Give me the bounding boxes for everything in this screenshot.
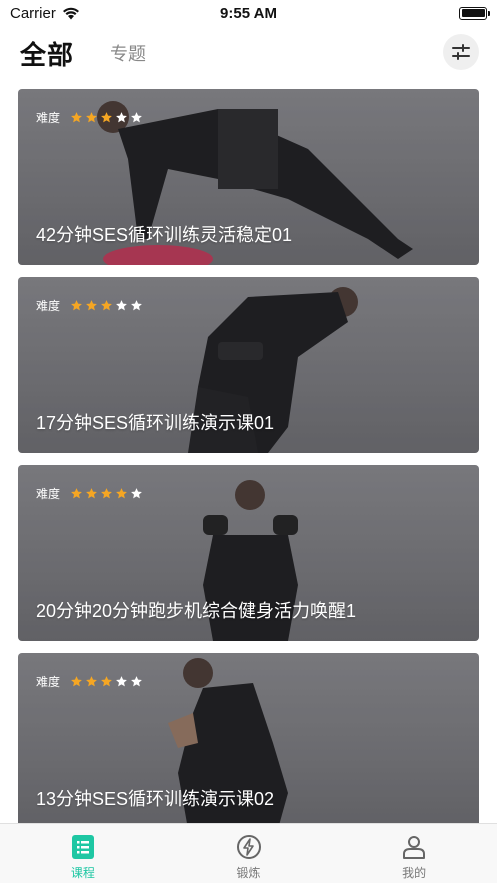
- star-icon: [101, 112, 112, 123]
- tabbar-item-mine[interactable]: 我的: [331, 824, 497, 883]
- difficulty-row: 难度: [36, 297, 143, 314]
- course-list-icon: [71, 835, 94, 859]
- star-icon: [86, 112, 97, 123]
- course-title: 17分钟SES循环训练演示课01: [36, 413, 275, 433]
- difficulty-label: 难度: [36, 675, 61, 689]
- course-card[interactable]: 难度 13分钟SES循环训练演示课02: [18, 653, 479, 829]
- difficulty-row: 难度: [36, 485, 143, 502]
- star-icon: [131, 300, 142, 311]
- header: 全部 专题: [0, 30, 497, 76]
- tabbar-label: 锻炼: [236, 866, 261, 880]
- battery-icon: [459, 6, 490, 20]
- rating-stars: [70, 299, 143, 312]
- course-card[interactable]: 难度 42分钟SES循环训练灵活稳定01: [18, 89, 479, 265]
- course-card[interactable]: 难度 20分钟20分钟跑步机综合健身活力唤醒1: [18, 465, 479, 641]
- tab-bar: 课程 锻炼 我的: [0, 823, 497, 883]
- star-icon: [86, 300, 97, 311]
- star-icon: [71, 300, 82, 311]
- tabbar-item-workout[interactable]: 锻炼: [166, 824, 332, 883]
- star-icon: [101, 488, 112, 499]
- wifi-icon: [62, 7, 79, 19]
- rating-stars: [70, 487, 143, 500]
- star-icon: [86, 488, 97, 499]
- rating-stars: [70, 675, 143, 688]
- star-icon: [131, 488, 142, 499]
- star-icon: [116, 300, 127, 311]
- filter-button[interactable]: [443, 34, 479, 70]
- course-card[interactable]: 难度 17分钟SES循环训练演示课01: [18, 277, 479, 453]
- carrier-label: Carrier: [10, 4, 56, 22]
- person-icon: [403, 836, 426, 859]
- course-list: 难度 42分钟SES循环训练灵活稳定01 难度 17分钟SES循环训练演示课01…: [18, 89, 479, 841]
- tab-topic[interactable]: 专题: [110, 40, 146, 66]
- star-icon: [101, 676, 112, 687]
- difficulty-row: 难度: [36, 673, 143, 690]
- star-icon: [116, 676, 127, 687]
- difficulty-label: 难度: [36, 299, 61, 313]
- lightning-icon: [236, 835, 261, 859]
- star-icon: [116, 112, 127, 123]
- star-icon: [116, 488, 127, 499]
- star-icon: [131, 112, 142, 123]
- sliders-icon: [452, 44, 470, 60]
- tabbar-label: 我的: [402, 866, 427, 880]
- difficulty-label: 难度: [36, 111, 61, 125]
- tabbar-label: 课程: [70, 866, 95, 880]
- tabbar-item-course[interactable]: 课程: [0, 824, 166, 883]
- star-icon: [71, 112, 82, 123]
- tab-all[interactable]: 全部: [20, 35, 74, 72]
- status-bar: Carrier 9:55 AM: [0, 0, 497, 26]
- course-title: 13分钟SES循环训练演示课02: [36, 789, 275, 809]
- star-icon: [71, 488, 82, 499]
- star-icon: [131, 676, 142, 687]
- course-title: 42分钟SES循环训练灵活稳定01: [36, 225, 293, 245]
- star-icon: [101, 300, 112, 311]
- star-icon: [86, 676, 97, 687]
- difficulty-label: 难度: [36, 487, 61, 501]
- carrier-group: Carrier: [10, 5, 80, 22]
- course-title: 20分钟20分钟跑步机综合健身活力唤醒1: [36, 601, 357, 621]
- star-icon: [71, 676, 82, 687]
- difficulty-row: 难度: [36, 109, 143, 126]
- rating-stars: [70, 111, 143, 124]
